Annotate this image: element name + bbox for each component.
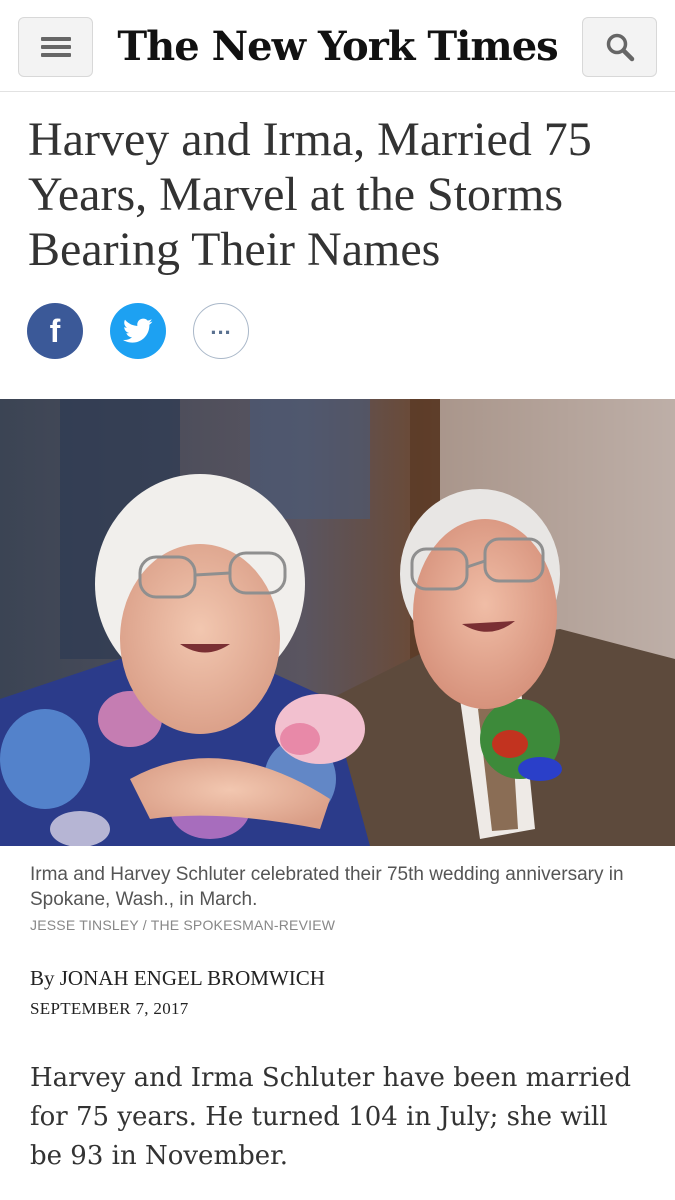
hamburger-menu-icon	[40, 37, 71, 57]
article-date: SEPTEMBER 7, 2017	[30, 999, 189, 1018]
facebook-share-button[interactable]: f	[27, 303, 83, 359]
photo-credit: JESSE TINSLEY / THE SPOKESMAN-REVIEW	[30, 917, 336, 933]
article-headline: Harvey and Irma, Married 75 Years, Marve…	[28, 113, 592, 276]
article-photo	[0, 399, 675, 846]
photo-caption: Irma and Harvey Schluter celebrated thei…	[30, 864, 624, 910]
more-options-icon: ...	[210, 314, 232, 339]
twitter-icon	[123, 318, 153, 343]
masthead-logo[interactable]: The New York Times	[117, 18, 558, 74]
facebook-icon: f	[49, 312, 61, 349]
article-byline: By JONAH ENGEL BROMWICH	[30, 966, 325, 990]
search-icon	[606, 33, 634, 62]
couple-photo-image	[0, 399, 675, 846]
more-share-options-button[interactable]: ...	[193, 303, 249, 359]
menu-button[interactable]	[18, 17, 93, 77]
search-button[interactable]	[582, 17, 657, 77]
twitter-share-button[interactable]	[110, 303, 166, 359]
top-navigation-bar: The New York Times	[0, 0, 675, 92]
article-body-paragraph: Harvey and Irma Schluter have been marri…	[30, 1063, 631, 1171]
